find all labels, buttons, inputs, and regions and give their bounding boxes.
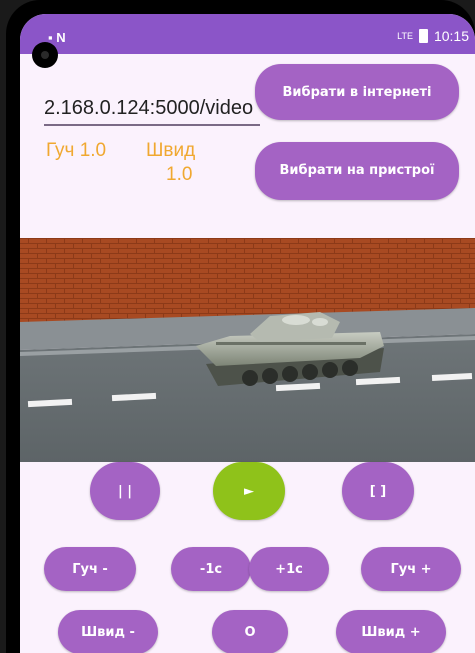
signal-icon: LTE <box>397 31 413 41</box>
pause-button[interactable]: | | <box>90 462 160 520</box>
url-input[interactable] <box>44 92 260 126</box>
volume-status: Гуч 1.0 <box>46 140 107 161</box>
status-right: LTE 10:15 <box>397 28 469 44</box>
rewind-button[interactable]: -1с <box>171 547 251 591</box>
clock: 10:15 <box>433 28 469 44</box>
volume-up-button[interactable]: Гуч + <box>361 547 461 591</box>
phone-frame: ▪ N LTE 10:15 Вибрати в інтернеті Вибрат… <box>6 0 475 653</box>
pick-device-button[interactable]: Вибрати на пристрої <box>255 142 459 200</box>
speed-down-button[interactable]: Швид - <box>58 610 158 653</box>
forward-button[interactable]: +1с <box>249 547 329 591</box>
front-camera <box>32 42 58 68</box>
app-screen: ▪ N LTE 10:15 Вибрати в інтернеті Вибрат… <box>20 14 475 653</box>
battery-icon <box>418 29 428 43</box>
speed-status-label: Швид <box>146 140 196 161</box>
stop-button[interactable]: [ ] <box>342 462 414 520</box>
video-player[interactable] <box>20 238 475 462</box>
pick-online-button[interactable]: Вибрати в інтернеті <box>255 64 459 120</box>
speed-status-value: 1.0 <box>166 164 193 185</box>
video-frame <box>20 238 475 462</box>
volume-down-button[interactable]: Гуч - <box>44 547 136 591</box>
speed-up-button[interactable]: Швид + <box>336 610 446 653</box>
status-bar: ▪ N LTE 10:15 <box>20 14 475 54</box>
speed-reset-button[interactable]: O <box>212 610 288 653</box>
play-button[interactable]: ► <box>213 462 285 520</box>
